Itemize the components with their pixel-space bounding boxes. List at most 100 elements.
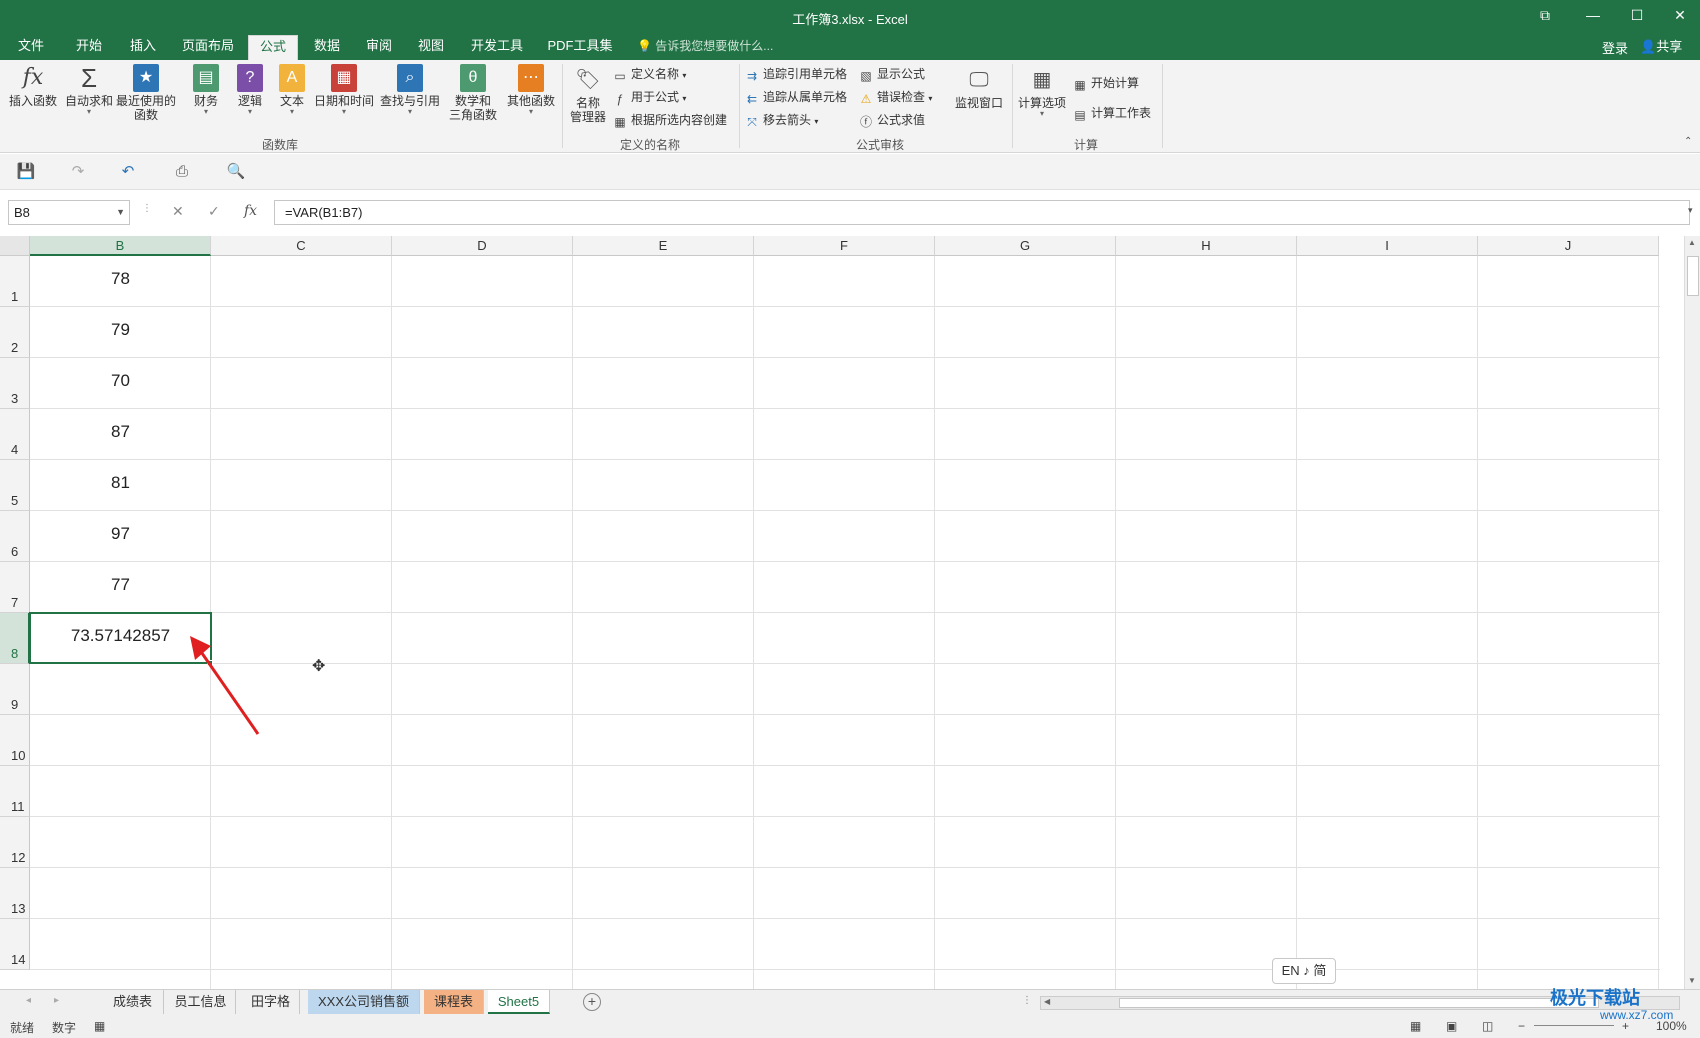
maximize-button[interactable]: ☐	[1617, 4, 1657, 26]
ribbon-display-options-button[interactable]: ⧉	[1525, 4, 1565, 26]
expand-formula-bar-icon[interactable]: ▾	[1688, 205, 1693, 216]
column-header-b[interactable]: B	[30, 236, 211, 256]
sheet-tab-5[interactable]: 课程表	[424, 990, 484, 1014]
row-header-7[interactable]: 7	[0, 562, 30, 613]
tell-me-search[interactable]: 💡 告诉我您想要做什么...	[637, 37, 773, 54]
formula-input[interactable]: =VAR(B1:B7)	[274, 200, 1690, 225]
sheet-tab-3[interactable]: 田字格	[242, 990, 300, 1014]
horizontal-scroll-thumb[interactable]	[1119, 998, 1599, 1008]
sheet-tab-1[interactable]: 成绩表	[102, 990, 164, 1014]
zoom-out-icon[interactable]: −	[1518, 1019, 1525, 1033]
lookup-reference-button[interactable]: ⌕ 查找与引用 ▾	[378, 64, 442, 116]
close-button[interactable]: ✕	[1660, 4, 1700, 26]
scroll-down-icon[interactable]: ▼	[1688, 976, 1696, 985]
tab-home[interactable]: 开始	[66, 35, 112, 60]
autosum-button[interactable]: Σ 自动求和 ▾	[64, 64, 114, 116]
row-header-5[interactable]: 5	[0, 460, 30, 511]
column-header-h[interactable]: H	[1116, 236, 1297, 256]
cell-b7[interactable]: 77	[30, 575, 211, 595]
financial-button[interactable]: ▤ 财务 ▾	[188, 64, 224, 116]
share-button[interactable]: 👤共享	[1640, 36, 1682, 55]
scroll-left-icon[interactable]: ◀	[1044, 997, 1050, 1006]
row-header-12[interactable]: 12	[0, 817, 30, 868]
column-header-e[interactable]: E	[573, 236, 754, 256]
column-header-i[interactable]: I	[1297, 236, 1478, 256]
collapse-ribbon-icon[interactable]: ⌃	[1684, 136, 1692, 147]
define-name-button[interactable]: ▭ 定义名称 ▾	[612, 65, 686, 83]
show-formulas-button[interactable]: ▧ 显示公式	[858, 65, 925, 83]
ime-indicator[interactable]: EN ♪ 简	[1272, 958, 1336, 984]
prev-sheet-icon[interactable]: ◂	[26, 995, 31, 1006]
row-header-13[interactable]: 13	[0, 868, 30, 919]
cell-b1[interactable]: 78	[30, 269, 211, 289]
column-header-c[interactable]: C	[211, 236, 392, 256]
row-header-1[interactable]: 1	[0, 256, 30, 307]
row-header-2[interactable]: 2	[0, 307, 30, 358]
page-layout-view-icon[interactable]: ▣	[1446, 1019, 1457, 1033]
tab-formulas[interactable]: 公式	[248, 35, 298, 60]
cell-b2[interactable]: 79	[30, 320, 211, 340]
recently-used-button[interactable]: ★ 最近使用的 函数	[116, 64, 176, 122]
sheet-tab-2[interactable]: 员工信息	[166, 990, 236, 1014]
name-manager-button[interactable]: 🏷 名称 管理器	[566, 66, 610, 124]
cell-b6[interactable]: 97	[30, 524, 211, 544]
row-header-9[interactable]: 9	[0, 664, 30, 715]
row-header-10[interactable]: 10	[0, 715, 30, 766]
trace-precedents-button[interactable]: ⇉ 追踪引用单元格	[744, 65, 847, 83]
tab-view[interactable]: 视图	[408, 35, 454, 60]
text-button[interactable]: A 文本 ▾	[274, 64, 310, 116]
column-header-j[interactable]: J	[1478, 236, 1659, 256]
magnifier-page-icon[interactable]: 🔍	[224, 162, 248, 182]
vertical-scroll-thumb[interactable]	[1687, 256, 1699, 296]
math-trig-button[interactable]: θ 数学和 三角函数	[442, 64, 504, 122]
minimize-button[interactable]: —	[1573, 4, 1613, 26]
zoom-slider[interactable]	[1534, 1025, 1614, 1026]
name-box[interactable]: B8 ▼	[8, 200, 130, 225]
row-header-8[interactable]: 8	[0, 613, 30, 664]
watch-window-button[interactable]: 🖵 监视窗口	[952, 66, 1006, 110]
more-options-icon[interactable]: ⋮	[142, 203, 152, 214]
row-header-4[interactable]: 4	[0, 409, 30, 460]
row-header-14[interactable]: 14	[0, 919, 30, 970]
more-functions-button[interactable]: ⋯ 其他函数 ▾	[504, 64, 558, 116]
column-header-g[interactable]: G	[935, 236, 1116, 256]
tab-pdf-tools[interactable]: PDF工具集	[544, 35, 616, 60]
sheet-tab-4[interactable]: XXX公司销售额	[308, 990, 420, 1014]
cell-b3[interactable]: 70	[30, 371, 211, 391]
cell-b4[interactable]: 87	[30, 422, 211, 442]
tab-developer[interactable]: 开发工具	[464, 35, 530, 60]
tab-data[interactable]: 数据	[304, 35, 350, 60]
save-icon[interactable]: 💾	[14, 162, 38, 182]
cancel-entry-icon[interactable]: ✕	[172, 203, 184, 220]
use-in-formula-button[interactable]: ƒ 用于公式 ▾	[612, 88, 687, 106]
tab-insert[interactable]: 插入	[120, 35, 166, 60]
insert-function-button[interactable]: fx 插入函数	[6, 64, 60, 108]
tab-file[interactable]: 文件	[8, 35, 54, 60]
calculation-options-button[interactable]: ▦ 计算选项 ▾	[1016, 66, 1068, 118]
cell-b5[interactable]: 81	[30, 473, 211, 493]
trace-dependents-button[interactable]: ⇇ 追踪从属单元格	[744, 88, 847, 106]
macro-record-icon[interactable]: ▦	[94, 1019, 105, 1033]
tab-review[interactable]: 审阅	[356, 35, 402, 60]
worksheet-grid[interactable]: BCDEFGHIJ 1 2 3 4 5 6 7 8 9 10 11 12 13 14 78 79 70 87 81…	[0, 236, 1700, 989]
calculate-sheet-button[interactable]: ▤ 计算工作表	[1072, 104, 1151, 122]
chevron-down-icon[interactable]: ▼	[116, 201, 125, 224]
next-sheet-icon[interactable]: ▸	[54, 995, 59, 1006]
print-preview-icon[interactable]: ⎙	[170, 162, 194, 182]
row-header-6[interactable]: 6	[0, 511, 30, 562]
evaluate-formula-button[interactable]: ⓕ 公式求值	[858, 111, 925, 129]
logical-button[interactable]: ? 逻辑 ▾	[232, 64, 268, 116]
insert-function-icon[interactable]: fx	[244, 203, 257, 219]
row-header-11[interactable]: 11	[0, 766, 30, 817]
add-sheet-icon[interactable]: +	[583, 993, 601, 1011]
select-all-corner[interactable]	[0, 236, 30, 256]
date-time-button[interactable]: ▦ 日期和时间 ▾	[312, 64, 376, 116]
calculate-now-button[interactable]: ▦ 开始计算	[1072, 74, 1139, 92]
vertical-scrollbar[interactable]: ▲ ▼	[1684, 236, 1700, 989]
tab-split-handle[interactable]: ⋮	[1022, 995, 1032, 1006]
tab-page-layout[interactable]: 页面布局	[176, 35, 240, 60]
sheet-tab-6[interactable]: Sheet5	[488, 990, 550, 1014]
column-header-f[interactable]: F	[754, 236, 935, 256]
page-break-view-icon[interactable]: ◫	[1482, 1019, 1493, 1033]
column-header-d[interactable]: D	[392, 236, 573, 256]
